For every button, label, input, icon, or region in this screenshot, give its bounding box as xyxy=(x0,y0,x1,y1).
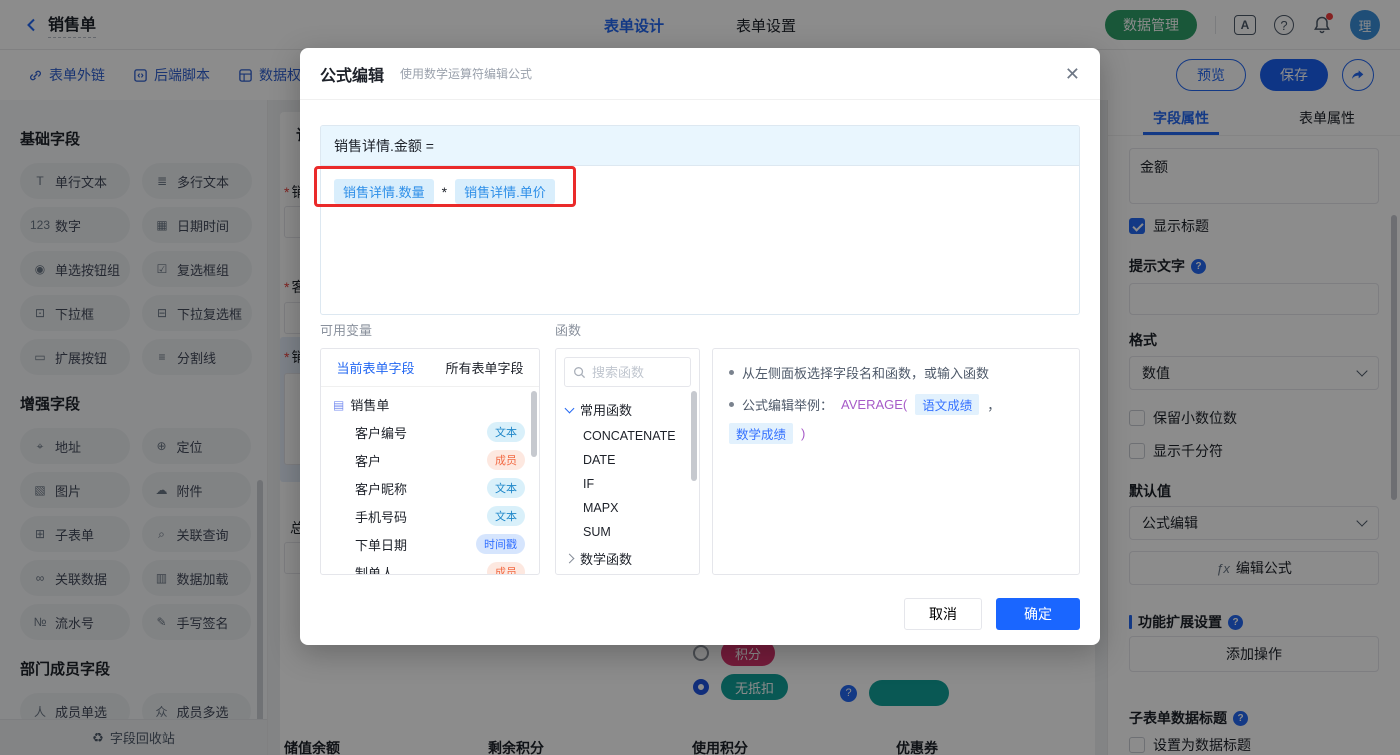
function-group-label: 常用函数 xyxy=(580,403,633,418)
variables-tabs: 当前表单字段 所有表单字段 xyxy=(321,349,539,387)
formula-target: 销售详情.金额 = xyxy=(321,126,1079,166)
modal-subtitle: 使用数学运算符编辑公式 xyxy=(400,67,533,81)
function-group-text[interactable]: 文本函数 xyxy=(556,573,699,574)
variable-name: 客户昵称 xyxy=(355,481,408,497)
example-paren-close: ) xyxy=(801,426,806,441)
cancel-button[interactable]: 取消 xyxy=(904,598,982,630)
tab-all-form-fields[interactable]: 所有表单字段 xyxy=(430,358,539,377)
formula-expression[interactable]: 销售详情.数量 * 销售详情.单价 xyxy=(321,166,1079,217)
help-line-1: 从左侧面板选择字段名和函数，或输入函数 xyxy=(729,363,1063,382)
variables-tree-root[interactable]: ▤ 销售单 xyxy=(321,387,539,418)
variable-type-badge: 文本 xyxy=(487,422,525,442)
example-field-chip: 语文成绩 xyxy=(915,394,980,415)
function-item[interactable]: CONCATENATE xyxy=(556,424,699,448)
bullet-icon xyxy=(729,370,734,375)
variable-name: 客户 xyxy=(355,453,382,469)
variable-field-row[interactable]: 客户 成员 xyxy=(321,446,539,474)
variable-name: 手机号码 xyxy=(355,509,408,525)
formula-help-panel: 从左侧面板选择字段名和函数，或输入函数 公式编辑举例： AVERAGE( 语文成… xyxy=(712,348,1080,575)
search-icon xyxy=(574,366,586,378)
variable-name: 客户编号 xyxy=(355,425,408,441)
tab-current-form-fields[interactable]: 当前表单字段 xyxy=(321,358,430,377)
variable-type-badge: 文本 xyxy=(487,478,525,498)
variable-name: 制单人 xyxy=(355,565,395,575)
functions-label: 函数 xyxy=(555,323,582,338)
formula-operator: * xyxy=(441,183,448,200)
functions-scrollbar[interactable] xyxy=(691,391,697,481)
formula-editor[interactable]: 销售详情.金额 = 销售详情.数量 * 销售详情.单价 xyxy=(320,125,1080,315)
variables-list: 客户编号 文本 客户 成员 客户昵称 文本 手机号码 文本 下单日期 时间戳 制… xyxy=(321,418,539,575)
function-group-math[interactable]: 数学函数 xyxy=(556,544,699,573)
variable-field-row[interactable]: 下单日期 时间戳 xyxy=(321,530,539,558)
modal-footer: 取消 确定 xyxy=(904,598,1080,630)
formula-field-token[interactable]: 销售详情.单价 xyxy=(455,179,555,204)
variable-type-badge: 时间戳 xyxy=(476,534,525,554)
function-search-input[interactable] xyxy=(592,364,682,380)
variable-field-row[interactable]: 制单人 成员 xyxy=(321,558,539,575)
function-item[interactable]: IF xyxy=(556,472,699,496)
function-item[interactable]: MAPX xyxy=(556,496,699,520)
variable-field-row[interactable]: 手机号码 文本 xyxy=(321,502,539,530)
modal-header: 公式编辑 使用数学运算符编辑公式 ✕ xyxy=(300,48,1100,100)
variables-scrollbar[interactable] xyxy=(531,391,537,457)
variable-type-badge: 成员 xyxy=(487,450,525,470)
close-icon[interactable]: ✕ xyxy=(1065,65,1080,83)
function-search[interactable] xyxy=(564,357,691,387)
function-item[interactable]: SUM xyxy=(556,520,699,544)
form-file-icon: ▤ xyxy=(333,397,345,412)
example-function-name: AVERAGE( xyxy=(841,397,908,412)
variable-field-row[interactable]: 客户昵称 文本 xyxy=(321,474,539,502)
formula-editor-modal: 公式编辑 使用数学运算符编辑公式 ✕ 销售详情.金额 = 销售详情.数量 * 销… xyxy=(300,48,1100,645)
variables-label: 可用变量 xyxy=(320,323,373,338)
chevron-collapsed-icon xyxy=(564,553,575,564)
variables-panel: 当前表单字段 所有表单字段 ▤ 销售单 客户编号 文本 客户 成员 客户昵称 文… xyxy=(320,348,540,575)
function-item[interactable]: DATE xyxy=(556,448,699,472)
tree-root-label: 销售单 xyxy=(350,398,390,413)
function-group-label: 数学函数 xyxy=(580,552,633,567)
variable-type-badge: 文本 xyxy=(487,506,525,526)
example-field-chip: 数学成绩 xyxy=(729,423,794,444)
app-screen: 销售单 表单设计 表单设置 数据管理 A ? 理 表单外链 后端脚本 数据权限 … xyxy=(0,0,1400,755)
function-group-common[interactable]: 常用函数 xyxy=(556,395,699,424)
bullet-icon xyxy=(729,402,734,407)
help-line-2: 公式编辑举例： AVERAGE( 语文成绩 ， 数学成绩 ) xyxy=(729,394,1063,444)
variable-field-row[interactable]: 客户编号 文本 xyxy=(321,418,539,446)
variable-name: 下单日期 xyxy=(355,537,408,553)
modal-title: 公式编辑 xyxy=(320,67,385,85)
functions-panel: 常用函数 CONCATENATEDATEIFMAPXSUM 数学函数 文本函数 xyxy=(555,348,700,575)
function-list: CONCATENATE DATE IF MAPX SUM xyxy=(556,424,699,544)
variable-type-badge: 成员 xyxy=(487,562,525,574)
chevron-expanded-icon xyxy=(564,403,575,413)
formula-field-token[interactable]: 销售详情.数量 xyxy=(334,179,434,204)
confirm-button[interactable]: 确定 xyxy=(996,598,1080,630)
